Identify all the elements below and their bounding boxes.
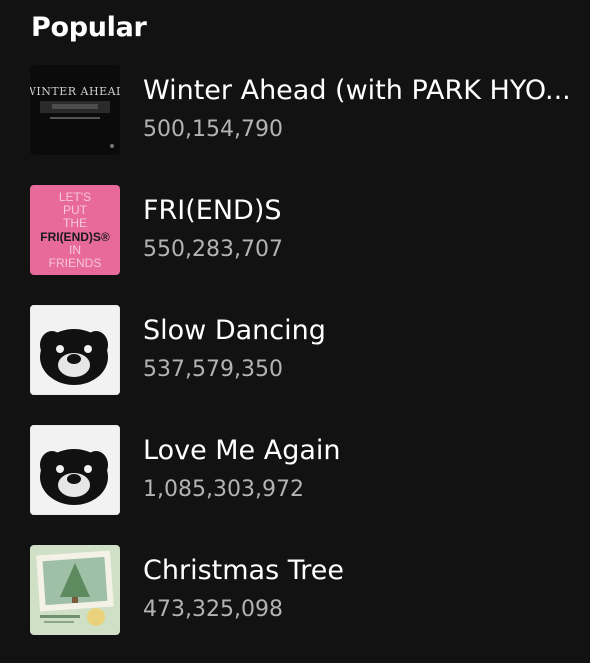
track-title: FRI(END)S (143, 195, 282, 226)
cover-text-line: LET'S (59, 190, 91, 204)
winter-ahead-cover-icon: WINTER AHEAD (30, 65, 120, 155)
layover-cover-icon (30, 425, 120, 515)
track-title: Love Me Again (143, 435, 341, 466)
section-title: Popular (31, 12, 147, 43)
play-count: 500,154,790 (143, 117, 283, 142)
friends-cover-icon: LET'S PUT THE FRI(END)S® IN FRIENDS (30, 185, 120, 275)
cover-text-line: THE (63, 216, 87, 230)
album-cover (30, 545, 120, 635)
album-cover (30, 425, 120, 515)
cover-text-line: IN (69, 243, 81, 257)
track-title: Slow Dancing (143, 315, 326, 346)
play-count: 537,579,350 (143, 357, 283, 382)
cover-text-line: PUT (63, 203, 88, 217)
album-cover (30, 305, 120, 395)
play-count: 1,085,303,972 (143, 477, 304, 502)
cover-text-line: FRI(END)S® (40, 230, 110, 244)
christmas-tree-cover-icon (30, 545, 120, 635)
album-cover: WINTER AHEAD (30, 65, 120, 155)
track-row[interactable]: Love Me Again 1,085,303,972 (30, 425, 590, 515)
play-count: 473,325,098 (143, 597, 283, 622)
track-row[interactable]: LET'S PUT THE FRI(END)S® IN FRIENDS FRI(… (30, 185, 590, 275)
album-cover: LET'S PUT THE FRI(END)S® IN FRIENDS (30, 185, 120, 275)
track-title: Christmas Tree (143, 555, 344, 586)
track-row[interactable]: Christmas Tree 473,325,098 (30, 545, 590, 635)
layover-cover-icon (30, 305, 120, 395)
play-count: 550,283,707 (143, 237, 283, 262)
cover-text-line: FRIENDS (49, 256, 102, 270)
track-title: Winter Ahead (with PARK HYO... (143, 75, 571, 106)
track-row[interactable]: Slow Dancing 537,579,350 (30, 305, 590, 395)
cover-text: WINTER AHEAD (30, 85, 120, 98)
track-row[interactable]: WINTER AHEAD Winter Ahead (with PARK HYO… (30, 65, 590, 155)
